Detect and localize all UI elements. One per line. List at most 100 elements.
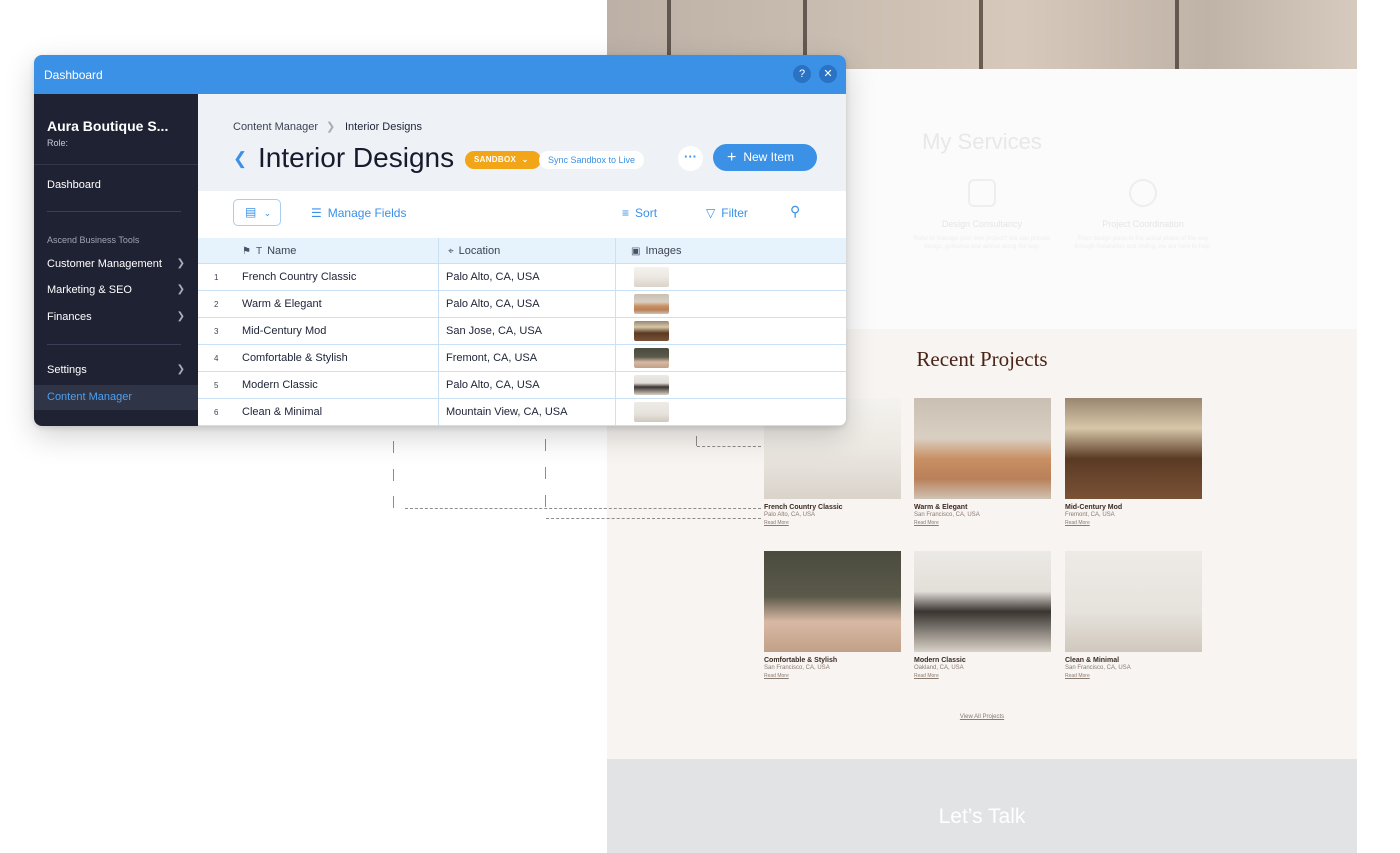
- cell-location[interactable]: Palo Alto, CA, USA: [446, 379, 540, 391]
- service-desc: From design plans to the actual phase of…: [1074, 236, 1212, 250]
- cell-location[interactable]: Fremont, CA, USA: [446, 352, 537, 364]
- contact-title: Let’s Talk: [938, 805, 1026, 828]
- cell-image-thumbnail[interactable]: [634, 267, 669, 287]
- text-type-icon: T: [255, 246, 263, 257]
- page-title: Interior Designs: [258, 142, 455, 173]
- project-name: French Country Classic: [764, 504, 843, 511]
- column-label: Images: [645, 245, 682, 257]
- sort-label: Sort: [635, 206, 658, 220]
- view-switcher-button[interactable]: ▤ ⌄: [233, 199, 281, 226]
- sandbox-badge-label: SANDBOX: [474, 155, 517, 164]
- sidebar-item-finances[interactable]: Finances ❯: [47, 311, 185, 323]
- sidebar-item-content-manager[interactable]: Content Manager: [34, 385, 198, 410]
- read-more-link[interactable]: Read More: [914, 520, 1051, 526]
- window-title: Dashboard: [44, 68, 103, 82]
- table-row[interactable]: 6 Clean & Minimal Mountain View, CA, USA: [198, 399, 846, 426]
- cell-name[interactable]: Modern Classic: [242, 379, 318, 391]
- project-location: San Francisco, CA, USA: [914, 512, 980, 518]
- cell-name[interactable]: Clean & Minimal: [242, 406, 322, 418]
- table-row[interactable]: 2 Warm & Elegant Palo Alto, CA, USA: [198, 291, 846, 318]
- read-more-link[interactable]: Read More: [1065, 673, 1202, 679]
- sync-sandbox-button[interactable]: Sync Sandbox to Live: [539, 151, 645, 169]
- project-card[interactable]: Clean & Minimal San Francisco, CA, USA R…: [1065, 551, 1202, 679]
- search-icon[interactable]: ⚲: [790, 203, 800, 220]
- filter-icon: ▽: [706, 206, 716, 220]
- chevron-right-icon: ❯: [176, 364, 185, 375]
- contact-section: Let’s Talk: [607, 759, 1357, 853]
- sidebar-item-dashboard[interactable]: Dashboard: [47, 179, 185, 191]
- table-header: ⚑ T Name ⌖ Location ▣ Images: [198, 238, 846, 264]
- page-header: Content Manager ❯ Interior Designs ❮ Int…: [198, 94, 846, 191]
- sidebar-item-settings[interactable]: Settings ❯: [47, 364, 185, 376]
- connector-line: [545, 495, 546, 507]
- project-image: [1065, 551, 1202, 652]
- column-label: Name: [267, 245, 297, 257]
- column-header-location[interactable]: ⌖ Location: [448, 245, 500, 257]
- column-header-name[interactable]: ⚑ T Name: [242, 245, 296, 257]
- sort-button[interactable]: ≡ Sort: [622, 206, 657, 220]
- sandbox-badge[interactable]: SANDBOX ⌄: [465, 151, 541, 169]
- cell-name[interactable]: Warm & Elegant: [242, 298, 322, 310]
- service-icon: [968, 179, 996, 207]
- table-row[interactable]: 4 Comfortable & Stylish Fremont, CA, USA: [198, 345, 846, 372]
- sidebar-item-label: Content Manager: [47, 391, 132, 403]
- new-item-button[interactable]: + New Item: [713, 144, 817, 171]
- sort-icon: ≡: [622, 206, 630, 220]
- cell-image-thumbnail[interactable]: [634, 402, 669, 422]
- cell-name[interactable]: Mid-Century Mod: [242, 325, 326, 337]
- manage-fields-button[interactable]: ☰ Manage Fields: [311, 206, 406, 220]
- read-more-link[interactable]: Read More: [764, 520, 901, 526]
- project-card[interactable]: Mid-Century Mod Fremont, CA, USA Read Mo…: [1065, 398, 1202, 526]
- read-more-link[interactable]: Read More: [764, 673, 901, 679]
- more-options-icon[interactable]: ···: [678, 146, 703, 171]
- new-item-label: New Item: [743, 150, 795, 164]
- view-all-projects-link[interactable]: View All Projects: [607, 714, 1357, 720]
- cell-name[interactable]: French Country Classic: [242, 271, 356, 283]
- cell-location[interactable]: San Jose, CA, USA: [446, 325, 542, 337]
- project-image: [914, 551, 1051, 652]
- sidebar-divider: [47, 211, 181, 212]
- chevron-right-icon: ❯: [176, 311, 185, 322]
- read-more-link[interactable]: Read More: [914, 673, 1051, 679]
- sidebar-item-label: Finances: [47, 311, 92, 323]
- table-row[interactable]: 1 French Country Classic Palo Alto, CA, …: [198, 264, 846, 291]
- sidebar-item-label: Settings: [47, 364, 87, 376]
- cell-image-thumbnail[interactable]: [634, 294, 669, 314]
- sidebar-item-marketing-seo[interactable]: Marketing & SEO ❯: [47, 284, 185, 296]
- project-name: Comfortable & Stylish: [764, 657, 838, 664]
- close-icon[interactable]: ✕: [819, 65, 837, 83]
- cell-image-thumbnail[interactable]: [634, 375, 669, 395]
- plus-icon: +: [727, 149, 737, 166]
- project-name: Modern Classic: [914, 657, 966, 664]
- cell-location[interactable]: Palo Alto, CA, USA: [446, 298, 540, 310]
- project-card[interactable]: Warm & Elegant San Francisco, CA, USA Re…: [914, 398, 1051, 526]
- project-location: Oakland, CA, USA: [914, 665, 964, 671]
- row-number: 5: [214, 381, 219, 390]
- service-name: Project Coordination: [1102, 219, 1184, 229]
- project-card[interactable]: Modern Classic Oakland, CA, USA Read Mor…: [914, 551, 1051, 679]
- cell-location[interactable]: Palo Alto, CA, USA: [446, 271, 540, 283]
- table-row[interactable]: 3 Mid-Century Mod San Jose, CA, USA: [198, 318, 846, 345]
- row-number: 3: [214, 327, 219, 336]
- hero-stool-leg: [979, 0, 983, 69]
- sidebar-item-label: Marketing & SEO: [47, 284, 132, 296]
- cell-image-thumbnail[interactable]: [634, 321, 669, 341]
- project-image: [914, 398, 1051, 499]
- column-header-images[interactable]: ▣ Images: [631, 245, 682, 257]
- table-row[interactable]: 5 Modern Classic Palo Alto, CA, USA: [198, 372, 846, 399]
- sidebar-item-customer-management[interactable]: Customer Management ❯: [47, 258, 185, 270]
- cell-location[interactable]: Mountain View, CA, USA: [446, 406, 567, 418]
- project-location: San Francisco, CA, USA: [1065, 665, 1131, 671]
- filter-button[interactable]: ▽ Filter: [706, 206, 748, 220]
- help-icon[interactable]: ?: [793, 65, 811, 83]
- cell-image-thumbnail[interactable]: [634, 348, 669, 368]
- read-more-link[interactable]: Read More: [1065, 520, 1202, 526]
- breadcrumb-content-manager[interactable]: Content Manager: [233, 121, 318, 133]
- cell-name[interactable]: Comfortable & Stylish: [242, 352, 348, 364]
- window-title-bar: Dashboard ? ✕: [34, 55, 846, 94]
- connector-line: [405, 508, 761, 509]
- project-card[interactable]: Comfortable & Stylish San Francisco, CA,…: [764, 551, 901, 679]
- content-manager-panel: Content Manager ❯ Interior Designs ❮ Int…: [198, 94, 846, 426]
- back-arrow-icon[interactable]: ❮: [233, 149, 247, 169]
- chevron-down-icon: ⌄: [263, 208, 272, 218]
